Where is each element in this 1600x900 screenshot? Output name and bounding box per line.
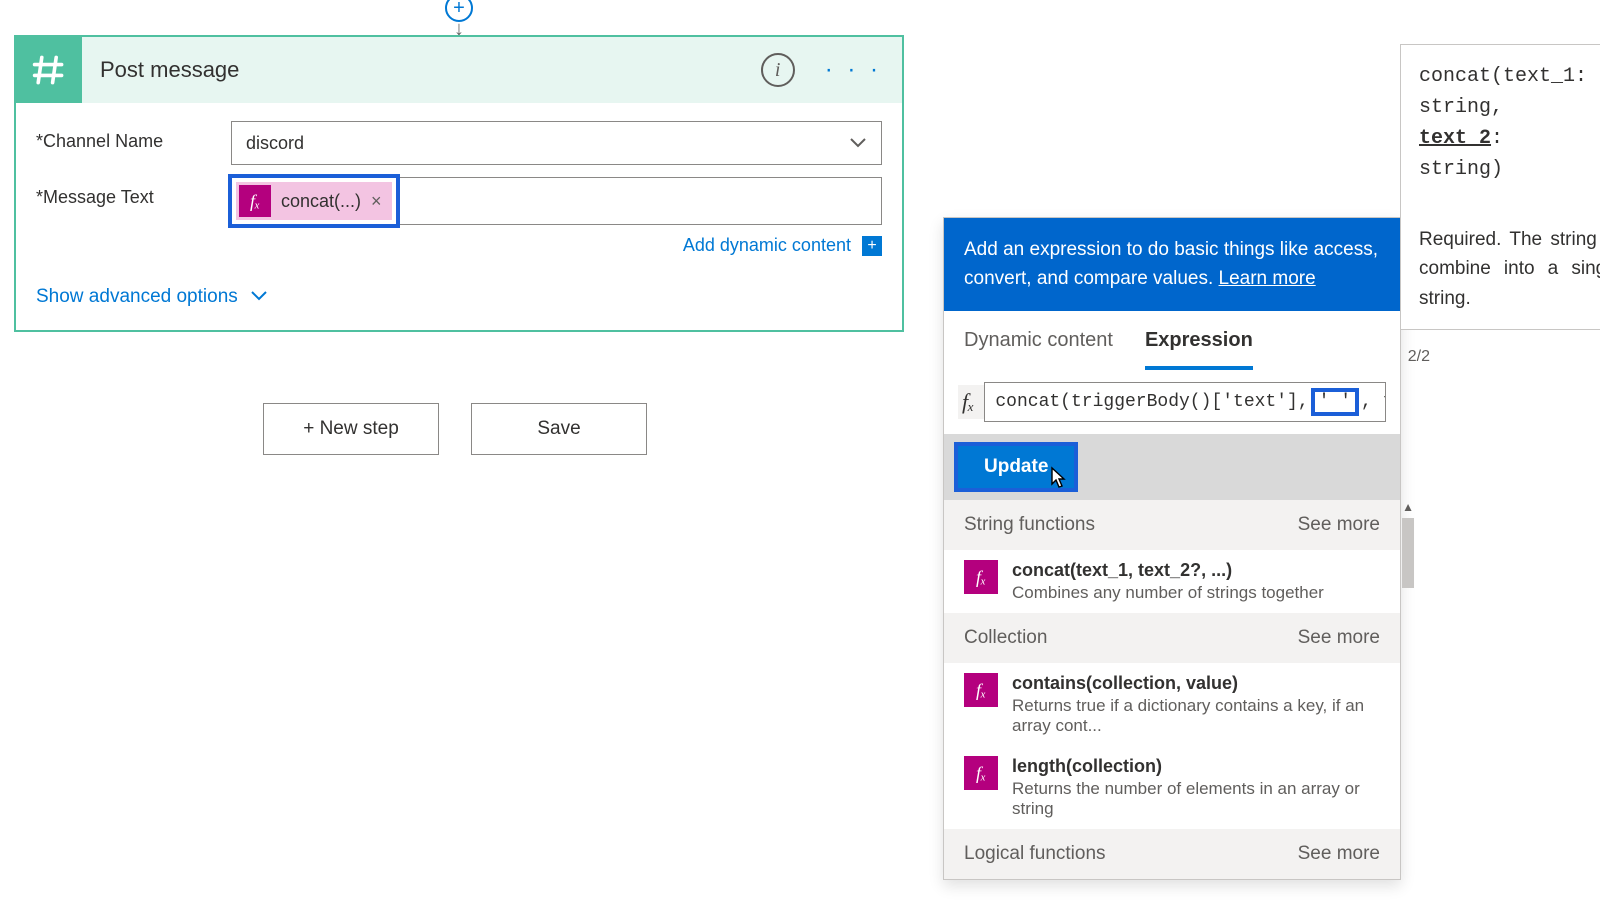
slack-hash-icon <box>16 37 82 103</box>
scrollbar-thumb[interactable] <box>1402 518 1414 588</box>
section-string-functions: String functions See more <box>944 500 1400 550</box>
section-logical: Logical functions See more <box>944 829 1400 879</box>
chevron-down-icon <box>250 286 268 308</box>
see-more-collection[interactable]: See more <box>1298 627 1380 649</box>
expression-chip-concat[interactable]: fₓ concat(...) × <box>236 182 392 220</box>
func-item-contains[interactable]: fₓ contains(collection, value) Returns t… <box>944 663 1400 746</box>
expression-input[interactable]: concat(triggerBody()['text'], ' ' , trig… <box>984 382 1386 422</box>
expression-panel: Add an expression to do basic things lik… <box>943 217 1401 880</box>
expression-banner: Add an expression to do basic things lik… <box>944 218 1400 311</box>
highlight-box: fₓ concat(...) × <box>228 174 400 228</box>
card-header: Post message i · · · <box>16 37 902 103</box>
cursor-icon <box>1048 466 1068 490</box>
update-button[interactable]: Update <box>958 446 1074 488</box>
learn-more-link[interactable]: Learn more <box>1219 268 1316 289</box>
channel-name-label: *Channel Name <box>36 121 231 152</box>
fx-icon: fₓ <box>958 385 984 419</box>
add-dynamic-content-link[interactable]: Add dynamic content <box>683 235 851 255</box>
fx-icon: fₓ <box>964 560 998 594</box>
action-card-post-message: Post message i · · · *Channel Name disco… <box>14 35 904 332</box>
remove-chip-icon[interactable]: × <box>371 191 382 212</box>
chevron-down-icon <box>849 133 867 154</box>
signature-tooltip: concat(text_1: string, text_2: string) R… <box>1400 44 1600 330</box>
channel-name-select[interactable]: discord <box>231 121 882 165</box>
func-item-length[interactable]: fₓ length(collection) Returns the number… <box>944 746 1400 829</box>
see-more-logical[interactable]: See more <box>1298 843 1380 865</box>
new-step-button[interactable]: + New step <box>263 403 439 455</box>
highlight-box: Update <box>954 442 1078 492</box>
tab-dynamic-content[interactable]: Dynamic content <box>964 329 1113 370</box>
show-advanced-options[interactable]: Show advanced options <box>36 286 882 308</box>
section-collection: Collection See more <box>944 613 1400 663</box>
fx-icon: fₓ <box>964 673 998 707</box>
info-icon[interactable]: i <box>761 53 795 87</box>
fx-icon: fₓ <box>964 756 998 790</box>
func-item-concat[interactable]: fₓ concat(text_1, text_2?, ...) Combines… <box>944 550 1400 613</box>
card-title: Post message <box>82 57 761 83</box>
scroll-up-icon[interactable]: ▲ <box>1402 500 1414 514</box>
message-text-input[interactable]: fₓ concat(...) × <box>231 177 882 225</box>
fx-icon: fₓ <box>239 185 271 217</box>
counter-badge: 2/2 <box>1408 348 1430 366</box>
more-menu-icon[interactable]: · · · <box>825 56 882 84</box>
channel-name-value: discord <box>246 133 304 154</box>
see-more-string[interactable]: See more <box>1298 514 1380 536</box>
save-button[interactable]: Save <box>471 403 647 455</box>
message-text-label: *Message Text <box>36 177 231 208</box>
tab-expression[interactable]: Expression <box>1145 329 1253 370</box>
add-dynamic-plus-icon[interactable]: + <box>862 236 882 256</box>
highlight-box: ' ' <box>1311 388 1359 416</box>
